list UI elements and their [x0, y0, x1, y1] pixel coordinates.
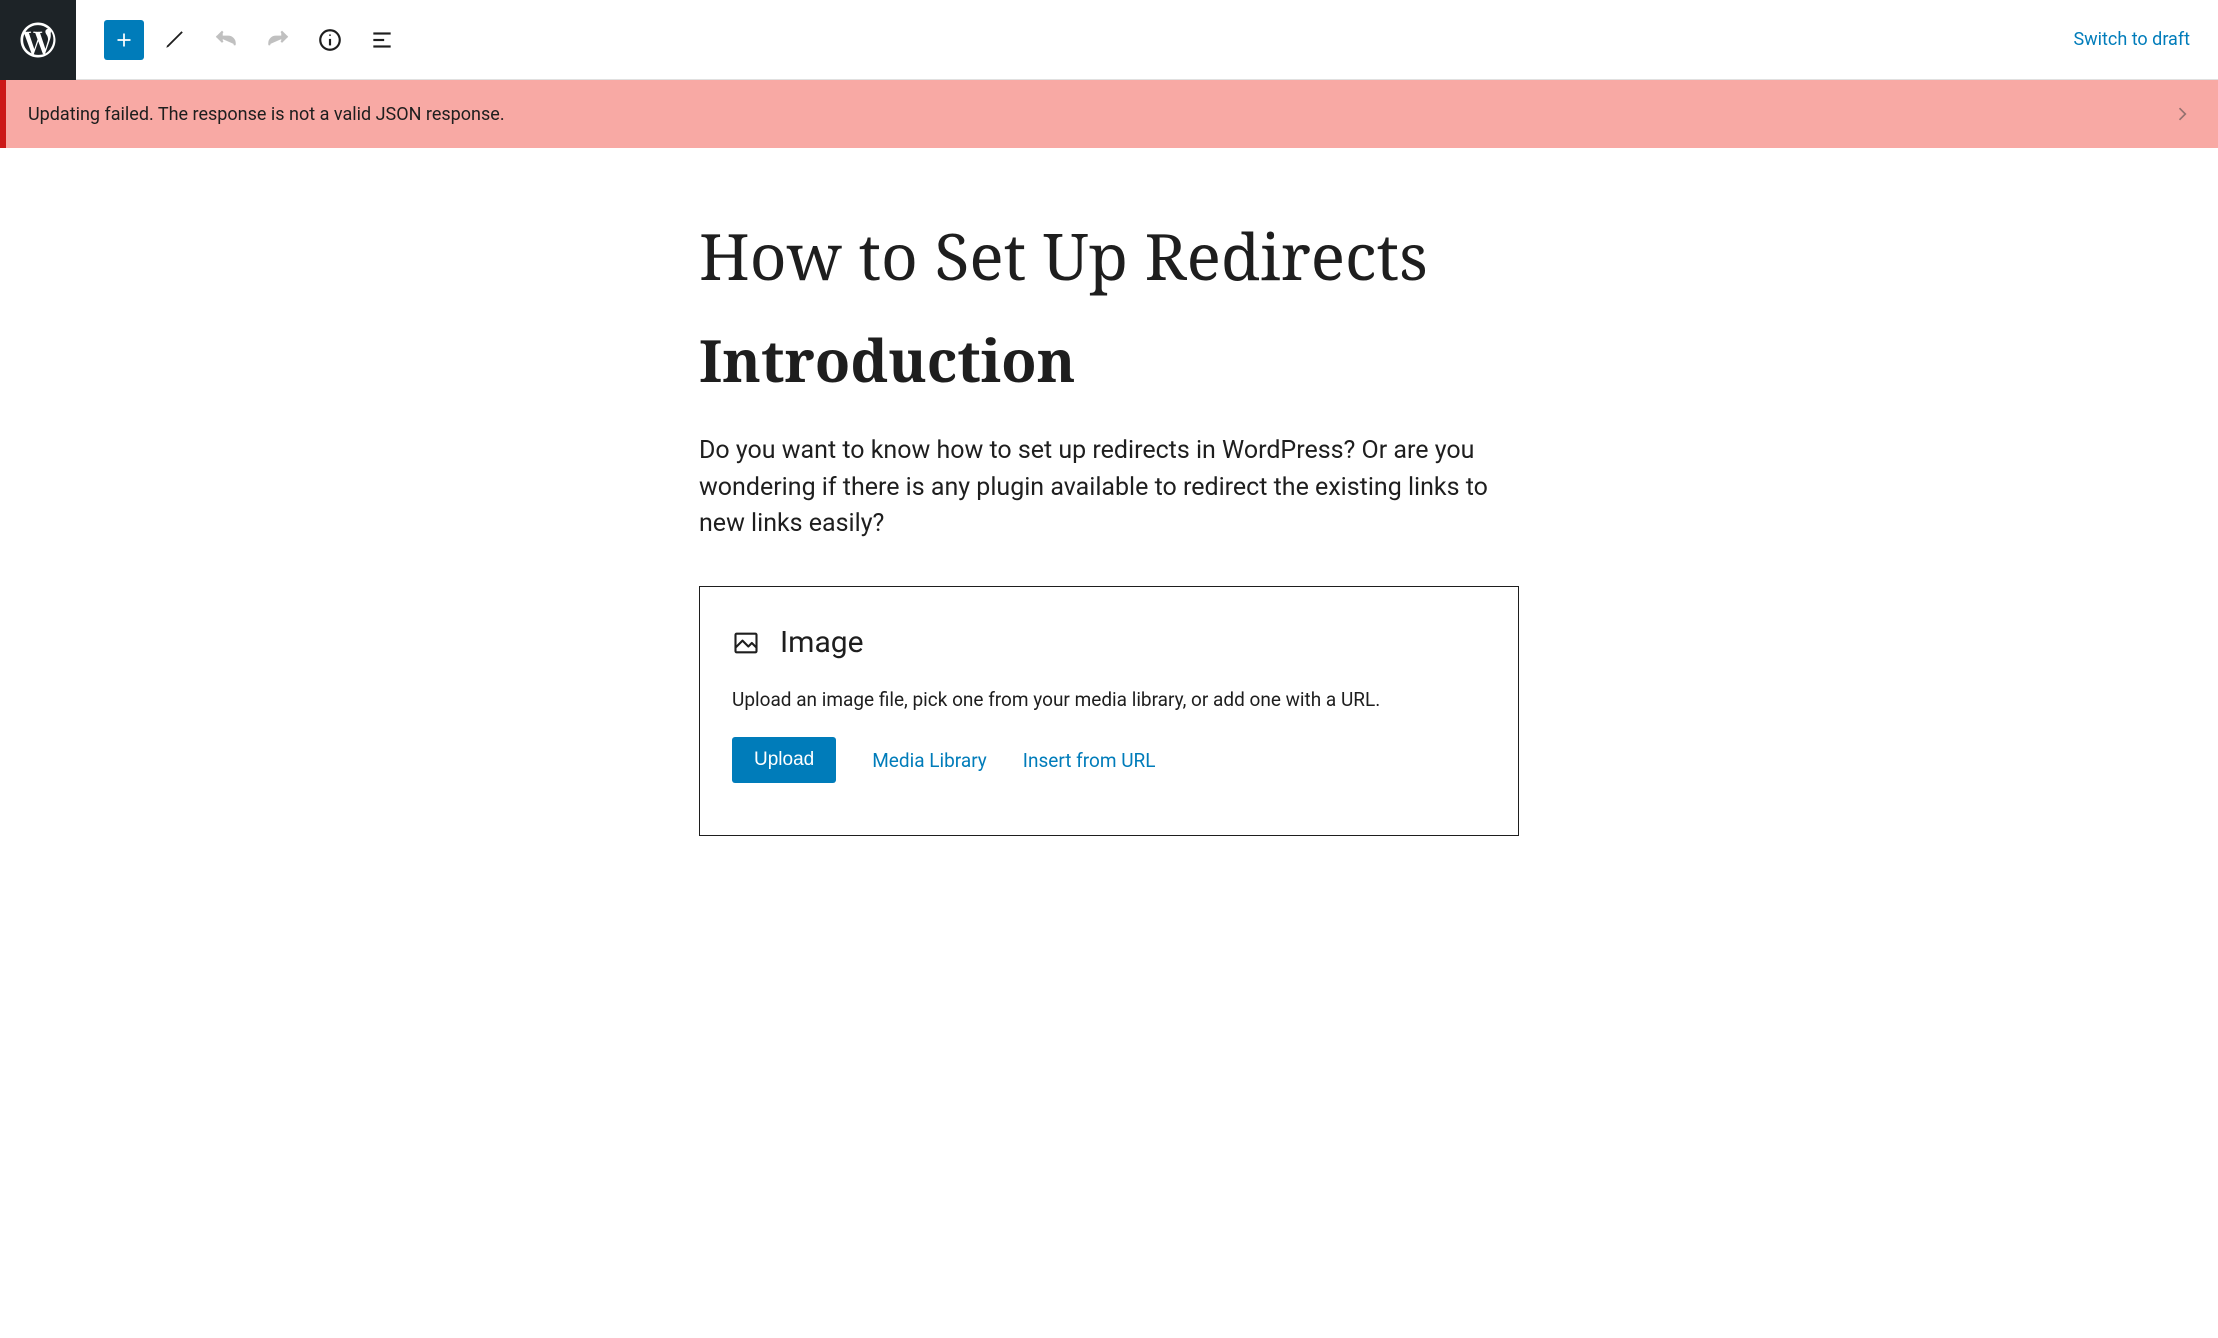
editor-canvas: How to Set Up Redirects Introduction Do …: [0, 148, 2218, 896]
undo-icon: [213, 27, 239, 53]
dismiss-notice-button[interactable]: [2168, 100, 2196, 128]
add-block-button[interactable]: [104, 20, 144, 60]
redo-button[interactable]: [256, 18, 300, 62]
paragraph-block[interactable]: Do you want to know how to set up redire…: [699, 433, 1519, 542]
wordpress-icon: [17, 19, 59, 61]
error-notice: Updating failed. The response is not a v…: [0, 80, 2218, 148]
pencil-icon: [161, 27, 187, 53]
image-block-description: Upload an image file, pick one from your…: [732, 688, 1486, 711]
switch-to-draft-button[interactable]: Switch to draft: [2073, 29, 2190, 50]
error-message-text: Updating failed. The response is not a v…: [28, 104, 505, 125]
details-button[interactable]: [308, 18, 352, 62]
list-view-icon: [369, 27, 395, 53]
undo-button[interactable]: [204, 18, 248, 62]
media-library-button[interactable]: Media Library: [872, 749, 987, 772]
wordpress-logo-button[interactable]: [0, 0, 76, 80]
plus-icon: [111, 27, 137, 53]
outline-button[interactable]: [360, 18, 404, 62]
editor-top-toolbar: Switch to draft: [0, 0, 2218, 80]
image-icon: [732, 629, 760, 657]
insert-from-url-button[interactable]: Insert from URL: [1023, 749, 1156, 772]
chevron-right-icon: [2172, 104, 2192, 124]
image-block-placeholder[interactable]: Image Upload an image file, pick one fro…: [699, 586, 1519, 836]
info-icon: [317, 27, 343, 53]
redo-icon: [265, 27, 291, 53]
heading-block[interactable]: Introduction: [699, 327, 1519, 394]
post-title[interactable]: How to Set Up Redirects: [699, 218, 1519, 295]
tools-button[interactable]: [152, 18, 196, 62]
image-block-title: Image: [780, 625, 864, 660]
upload-button[interactable]: Upload: [732, 737, 836, 783]
